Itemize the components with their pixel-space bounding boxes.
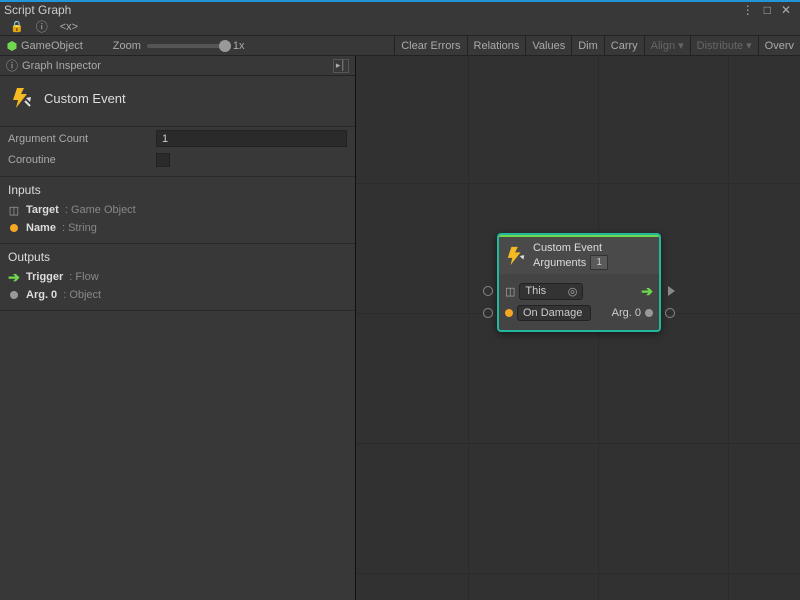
inspector-info-icon: [6, 57, 18, 74]
node-title: Custom Event: [533, 241, 608, 255]
zoom-slider[interactable]: [147, 44, 227, 48]
flow-arrow-icon: ➔: [641, 283, 653, 300]
custom-event-node[interactable]: Custom Event Arguments This ➔: [497, 233, 661, 332]
zoom-value: 1x: [233, 40, 245, 52]
port-name: Target: [26, 204, 59, 216]
relations-button[interactable]: Relations: [467, 36, 526, 55]
cube-icon: [8, 204, 20, 216]
object-picker-icon[interactable]: [568, 285, 578, 298]
window-popout-icon[interactable]: □: [759, 3, 776, 17]
graph-inspector-panel: Graph Inspector ▸│ Custom Event Argument…: [0, 56, 356, 600]
event-bolt-icon: [10, 86, 34, 110]
string-dot-icon: [10, 224, 18, 232]
breadcrumb-gameobject[interactable]: GameObject: [0, 40, 89, 52]
info-icon[interactable]: [30, 18, 54, 35]
flow-arrow-icon: ➔: [8, 271, 20, 283]
output-port-arg0: Arg. 0 : Object: [0, 286, 355, 304]
inspector-node-title: Custom Event: [44, 91, 126, 106]
object-dot-icon: [645, 309, 653, 317]
output-arg0-port[interactable]: [665, 308, 675, 318]
node-arg0-label: Arg. 0: [612, 307, 641, 319]
zoom-label: Zoom: [113, 40, 141, 52]
window-menu-icon[interactable]: ⋮: [737, 3, 759, 17]
input-port-name: Name : String: [0, 219, 355, 237]
align-dropdown[interactable]: Align ▾: [644, 36, 690, 55]
overview-button[interactable]: Overv: [758, 36, 800, 55]
clear-errors-button[interactable]: Clear Errors: [394, 36, 466, 55]
inspector-collapse-icon[interactable]: ▸│: [333, 59, 349, 73]
node-arguments-input[interactable]: [590, 255, 608, 270]
dim-button[interactable]: Dim: [571, 36, 604, 55]
node-name-field[interactable]: On Damage: [517, 305, 591, 321]
cube-icon: [505, 285, 515, 298]
object-dot-icon: [10, 291, 18, 299]
argument-count-label: Argument Count: [8, 133, 156, 145]
variables-icon[interactable]: <x>: [54, 21, 84, 33]
port-name: Trigger: [26, 271, 63, 283]
input-port-target: Target : Game Object: [0, 201, 355, 219]
tab-title: Script Graph: [4, 3, 71, 17]
output-port-trigger: ➔ Trigger : Flow: [0, 268, 355, 286]
coroutine-label: Coroutine: [8, 154, 156, 166]
breadcrumb-label: GameObject: [21, 40, 83, 52]
coroutine-checkbox[interactable]: [156, 153, 170, 167]
carry-button[interactable]: Carry: [604, 36, 644, 55]
output-trigger-port[interactable]: [668, 286, 675, 296]
window-close-icon[interactable]: ✕: [776, 3, 796, 17]
inputs-section-header: Inputs: [0, 177, 355, 201]
event-bolt-icon: [505, 245, 527, 267]
main-toolbar: GameObject Zoom 1x Clear Errors Relation…: [0, 36, 800, 56]
outputs-section-header: Outputs: [0, 244, 355, 268]
lock-icon[interactable]: 🔒: [4, 20, 30, 33]
argument-count-input[interactable]: [156, 130, 347, 147]
inspector-header-label: Graph Inspector: [22, 60, 101, 72]
port-name: Arg. 0: [26, 289, 57, 301]
input-target-port[interactable]: [483, 286, 493, 296]
distribute-dropdown[interactable]: Distribute ▾: [690, 36, 758, 55]
node-target-field[interactable]: This: [519, 283, 583, 300]
input-name-port[interactable]: [483, 308, 493, 318]
icon-toolbar: 🔒 <x>: [0, 18, 800, 36]
graph-canvas[interactable]: Custom Event Arguments This ➔: [356, 56, 800, 600]
values-button[interactable]: Values: [525, 36, 571, 55]
string-dot-icon: [505, 309, 513, 317]
port-name: Name: [26, 222, 56, 234]
node-arguments-label: Arguments: [533, 256, 586, 270]
